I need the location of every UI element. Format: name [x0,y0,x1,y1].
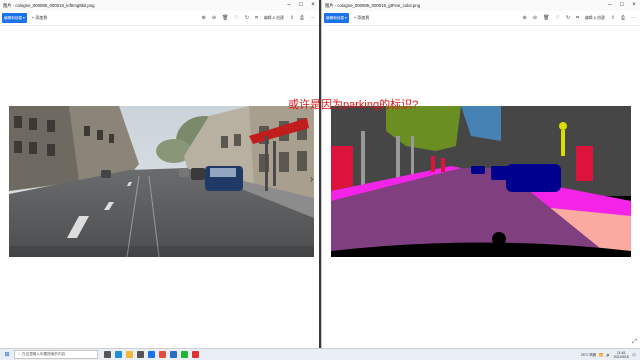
share-icon[interactable]: ⇪ [611,15,615,21]
store-icon[interactable] [137,351,144,358]
search-icon: ⌕ [18,352,21,356]
left-add-label: 添加到 [35,15,48,20]
task-view-icon[interactable] [104,351,111,358]
street-photo [9,106,314,257]
crop-icon[interactable]: ⌗ [576,15,579,21]
taskbar: ⊞ ⌕ 在这里输入你要搜索的内容 25°C 晴朗 📶 🔊 11:45 2021/… [0,348,640,360]
right-add-to-button[interactable]: + 添加到 [354,15,369,21]
left-edit-create-button[interactable]: 编辑和创建 ▾ [2,13,27,23]
left-window-title: 图片 - cologne_000085_000019_leftImg8bit.p… [3,2,95,8]
segmentation-map [331,106,631,257]
close-icon[interactable]: × [307,0,319,11]
segmentation-image [331,106,631,257]
expand-icon[interactable]: ⤢ [632,339,637,346]
wechat-icon[interactable] [181,351,188,358]
next-image-arrow-icon[interactable]: › [310,174,313,185]
zoom-in-icon[interactable]: ⊕ [202,15,206,21]
maximize-icon[interactable]: □ [616,0,628,11]
left-add-to-button[interactable]: + 添加到 [32,15,47,21]
left-toolbar: 编辑和创建 ▾ + 添加到 ⊕ ⊖ 🗑 ♡ ↻ ⌗ 编辑 & 创建 ⇪ ⎙ ⋯ [0,11,319,26]
favorite-icon[interactable]: ♡ [234,15,238,21]
maximize-icon[interactable]: □ [295,0,307,11]
right-toolbar: 编辑和创建 ▾ + 添加到 ⊕ ⊖ 🗑 ♡ ↻ ⌗ 编辑 & 创建 ⇪ ⎙ ⋯ [322,11,640,26]
windows-start-icon[interactable]: ⊞ [0,351,14,358]
photos-icon[interactable] [170,351,177,358]
delete-icon[interactable]: 🗑 [543,15,549,21]
right-edit-create-button[interactable]: 编辑和创建 ▾ [324,13,349,23]
left-titlebar: 图片 - cologne_000085_000019_leftImg8bit.p… [0,0,319,11]
delete-icon[interactable]: 🗑 [222,15,228,21]
taskbar-search[interactable]: ⌕ 在这里输入你要搜索的内容 [14,350,98,359]
more-icon[interactable]: ⋯ [310,15,315,21]
minimize-icon[interactable]: – [604,0,616,11]
left-toolbar-icons: ⊕ ⊖ 🗑 ♡ ↻ ⌗ 编辑 & 创建 ⇪ ⎙ ⋯ [202,11,315,25]
left-window-controls: – □ × [283,0,319,11]
street-scene-image [9,106,314,257]
right-photo-window: 图片 - cologne_000085_000019_gtFine_color.… [321,0,640,348]
mail-icon[interactable] [148,351,155,358]
network-icon[interactable]: 📶 [599,353,603,357]
chrome-icon[interactable] [159,351,166,358]
file-explorer-icon[interactable] [126,351,133,358]
favorite-icon[interactable]: ♡ [555,15,559,21]
taskbar-apps [104,351,199,358]
left-photo-window: 图片 - cologne_000085_000019_leftImg8bit.p… [0,0,319,348]
clock[interactable]: 11:45 2021/8/18 [614,351,629,359]
annotation-text: 或许是因为parking的标识? [288,99,419,111]
print-icon[interactable]: ⎙ [621,15,625,21]
crop-icon[interactable]: ⌗ [255,15,258,21]
share-icon[interactable]: ⇪ [290,15,294,21]
more-icon[interactable]: ⋯ [631,15,636,21]
close-icon[interactable]: × [628,0,640,11]
system-tray: 25°C 晴朗 📶 🔊 11:45 2021/8/18 🗨 [581,349,636,360]
volume-icon[interactable]: 🔊 [606,353,610,357]
print-icon[interactable]: ⎙ [300,15,304,21]
edge-icon[interactable] [115,351,122,358]
right-window-title: 图片 - cologne_000085_000019_gtFine_color.… [325,2,421,8]
right-window-controls: – □ × [604,0,640,11]
right-titlebar: 图片 - cologne_000085_000019_gtFine_color.… [322,0,640,11]
right-toolbar-icons: ⊕ ⊖ 🗑 ♡ ↻ ⌗ 编辑 & 创建 ⇪ ⎙ ⋯ [523,11,636,25]
right-edit-menu[interactable]: 编辑 & 创建 [585,16,605,21]
taskbar-search-placeholder: 在这里输入你要搜索的内容 [22,352,66,356]
minimize-icon[interactable]: – [283,0,295,11]
weather-text[interactable]: 25°C 晴朗 [581,352,596,357]
zoom-in-icon[interactable]: ⊕ [523,15,527,21]
rotate-icon[interactable]: ↻ [566,15,570,21]
zoom-out-icon[interactable]: ⊖ [533,15,537,21]
right-add-label: 添加到 [357,15,370,20]
clock-date: 2021/8/18 [613,354,629,359]
rotate-icon[interactable]: ↻ [245,15,249,21]
notification-icon[interactable]: 🗨 [632,353,636,357]
zoom-out-icon[interactable]: ⊖ [212,15,216,21]
left-edit-menu[interactable]: 编辑 & 创建 [264,16,284,21]
app-icon[interactable] [192,351,199,358]
